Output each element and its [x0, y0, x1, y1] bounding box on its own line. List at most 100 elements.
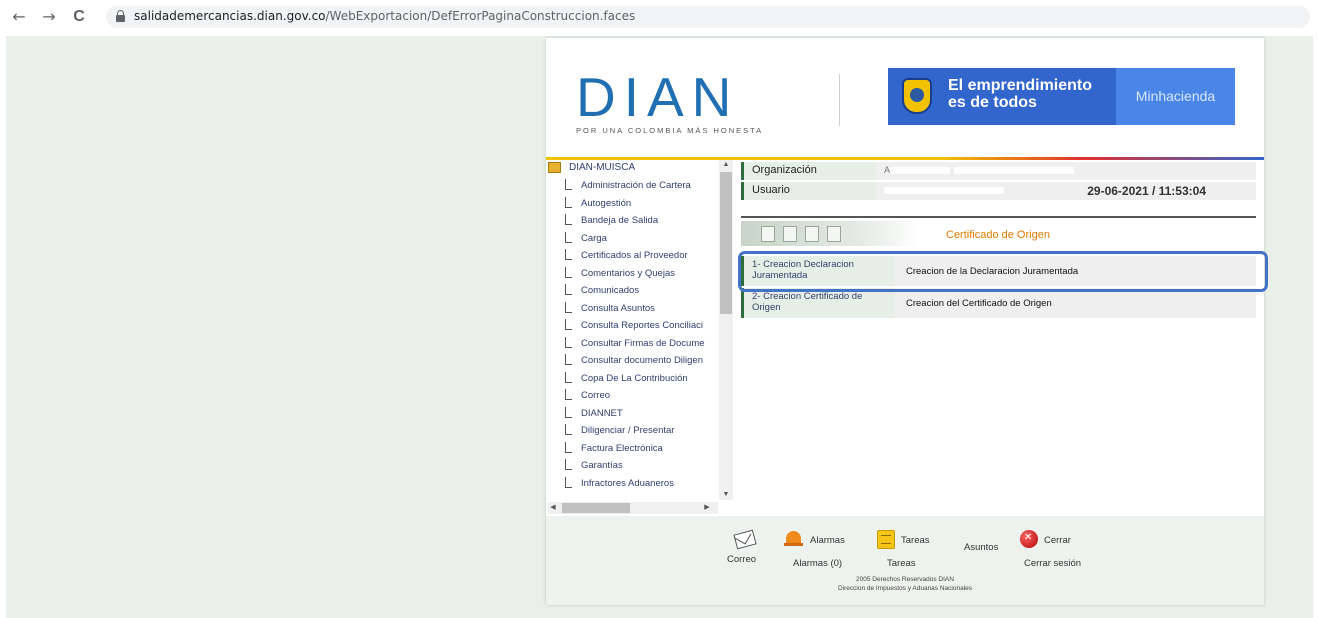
option-description[interactable]: Creacion del Certificado de Origen [906, 298, 1052, 309]
hscroll-thumb[interactable] [562, 503, 630, 513]
sidebar-item-label: Copa De La Contribución [581, 372, 688, 384]
back-button[interactable]: ← [8, 6, 30, 28]
options-table: 1- Creacion Declaracion Juramentada Creac… [741, 256, 1256, 320]
section-title: Certificado de Origen [946, 229, 1050, 241]
tree-root[interactable]: DIAN-MUISCA [548, 162, 635, 176]
sidebar-item[interactable]: Administración de Cartera [546, 177, 718, 195]
folder-icon [548, 162, 561, 173]
sidebar-item-label: Administración de Cartera [581, 180, 691, 191]
sidebar-item-label: Consultar documento Diligen [581, 355, 703, 366]
logout-link[interactable]: Cerrar sesión [1024, 558, 1081, 569]
scroll-down-icon[interactable]: ▼ [721, 490, 731, 500]
close-title[interactable]: Cerrar [1044, 535, 1071, 546]
option-row[interactable]: 2- Creacion Certificado de Origen Creacio… [741, 288, 1256, 318]
tree-connector [565, 319, 572, 330]
scroll-thumb[interactable] [720, 172, 732, 314]
tree-connector [565, 231, 572, 243]
sidebar-item[interactable]: Garantías [546, 457, 718, 475]
scroll-right-icon[interactable]: ▶ [702, 502, 712, 514]
session-info: Organización A Usuario 29-06-2021 / 11:5… [741, 162, 1256, 202]
url-host: salidademercancias.dian.gov.co [134, 9, 326, 23]
horizontal-scrollbar[interactable]: ◀ ▶ [548, 502, 718, 514]
tree-connector [565, 406, 572, 418]
alarms-link[interactable]: Alarmas (0) [793, 558, 842, 569]
tasks-icon[interactable] [877, 530, 895, 549]
tree-connector [565, 424, 572, 435]
sidebar-item-label: Consulta Reportes Conciliaci [581, 320, 703, 331]
tasks-title[interactable]: Tareas [901, 535, 930, 546]
alarms-title[interactable]: Alarmas [810, 535, 845, 546]
scroll-up-icon[interactable]: ▲ [721, 160, 731, 170]
sidebar-item[interactable]: Comentarios y Quejas [546, 265, 718, 283]
option-code-cell[interactable]: 1- Creacion Declaracion Juramentada [744, 256, 894, 286]
sidebar-item-label: Factura Electrónica [581, 442, 663, 454]
org-row: Organización A [741, 162, 1256, 180]
sidebar-item[interactable]: Diligenciar / Presentar [546, 422, 718, 440]
sidebar-item-label: Autogestión [581, 197, 632, 209]
sidebar-item[interactable]: Copa De La Contribución [546, 370, 718, 388]
sidebar-item-label: DIANNET [581, 407, 623, 419]
header-divider [839, 74, 840, 126]
sidebar-item[interactable]: Bandeja de Salida [546, 212, 718, 230]
tree-root-label: DIAN-MUISCA [569, 162, 636, 174]
tree-connector [565, 196, 572, 208]
tree-connector [565, 459, 572, 470]
sidebar-item-label: Bandeja de Salida [581, 215, 659, 226]
sidebar-item[interactable]: Infractores Aduaneros [546, 475, 718, 493]
sidebar-item-label: Certificados al Proveedor [581, 250, 688, 261]
sidebar-item-label: Infractores Aduaneros [581, 477, 674, 489]
org-value: A [884, 165, 1075, 175]
tree-connector [565, 214, 572, 225]
vertical-scrollbar[interactable]: ▲ ▼ [719, 160, 733, 500]
power-off-icon[interactable] [1020, 530, 1038, 548]
tree-connector [565, 389, 572, 400]
address-bar[interactable]: salidademercancias.dian.gov.co/WebExport… [106, 6, 1310, 28]
user-row: Usuario 29-06-2021 / 11:53:04 [741, 182, 1256, 200]
copyright-line2: Direccion de Impuestos y Aduanas Naciona… [837, 585, 973, 592]
sidebar-item[interactable]: Correo [546, 387, 718, 405]
tree-connector [565, 301, 572, 313]
forward-button[interactable]: → [38, 6, 60, 28]
sidebar-item[interactable]: Consulta Asuntos [546, 300, 718, 318]
mail-icon[interactable] [733, 529, 757, 550]
option-row[interactable]: 1- Creacion Declaracion Juramentada Creac… [741, 256, 1256, 286]
option-code-cell[interactable]: 2- Creacion Certificado de Origen [744, 288, 894, 318]
browser-toolbar: ← → C salidademercancias.dian.gov.co/Web… [0, 0, 1319, 34]
tree-connector [565, 284, 572, 295]
sidebar-item-label: Consultar Firmas de Docume [581, 337, 705, 349]
url-text: salidademercancias.dian.gov.co/WebExport… [134, 9, 635, 23]
copyright: 2005 Derechos Reservados DIAN Direccion … [546, 575, 1264, 593]
mail-link[interactable]: Correo [727, 554, 756, 565]
sidebar-item[interactable]: Carga [546, 230, 718, 248]
tree-connector [565, 179, 572, 190]
brand-slogan: El emprendimiento es de todos [948, 77, 1113, 111]
bell-icon[interactable] [784, 531, 803, 546]
option-code[interactable]: 1- Creacion Declaracion Juramentada [752, 259, 892, 281]
matters-link[interactable]: Asuntos [964, 542, 998, 553]
sidebar-item[interactable]: Autogestión [546, 195, 718, 213]
user-value [884, 185, 1004, 195]
sidebar-item-label: Diligenciar / Presentar [581, 425, 675, 436]
section-banner-image [741, 221, 919, 246]
sidebar-item[interactable]: Consultar documento Diligen [546, 352, 718, 370]
colombia-shield-icon [902, 78, 932, 114]
section-header: Certificado de Origen [741, 216, 1256, 248]
tasks-link[interactable]: Tareas [887, 558, 916, 569]
footer: Correo Alarmas Alarmas (0) Tareas Tareas… [546, 516, 1264, 605]
sidebar-item[interactable]: Consultar Firmas de Docume [546, 335, 718, 353]
option-description[interactable]: Creacion de la Declaracion Juramentada [906, 266, 1078, 277]
option-code[interactable]: 2- Creacion Certificado de Origen [752, 291, 892, 313]
scroll-left-icon[interactable]: ◀ [548, 502, 558, 514]
tree-connector [565, 266, 572, 278]
sidebar-item[interactable]: DIANNET [546, 405, 718, 423]
sidebar-item[interactable]: Consulta Reportes Conciliaci [546, 317, 718, 335]
sidebar-item[interactable]: Comunicados [546, 282, 718, 300]
sidebar-item[interactable]: Factura Electrónica [546, 440, 718, 458]
ministry-label: Minhacienda [1135, 88, 1216, 104]
sidebar-item-label: Comentarios y Quejas [581, 267, 675, 279]
reload-button[interactable]: C [68, 6, 90, 28]
tree-connector [565, 336, 572, 348]
sidebar-item[interactable]: Certificados al Proveedor [546, 247, 718, 265]
sidebar-item-label: Consulta Asuntos [581, 302, 655, 314]
url-path: /WebExportacion/DefErrorPaginaConstrucci… [325, 9, 636, 23]
